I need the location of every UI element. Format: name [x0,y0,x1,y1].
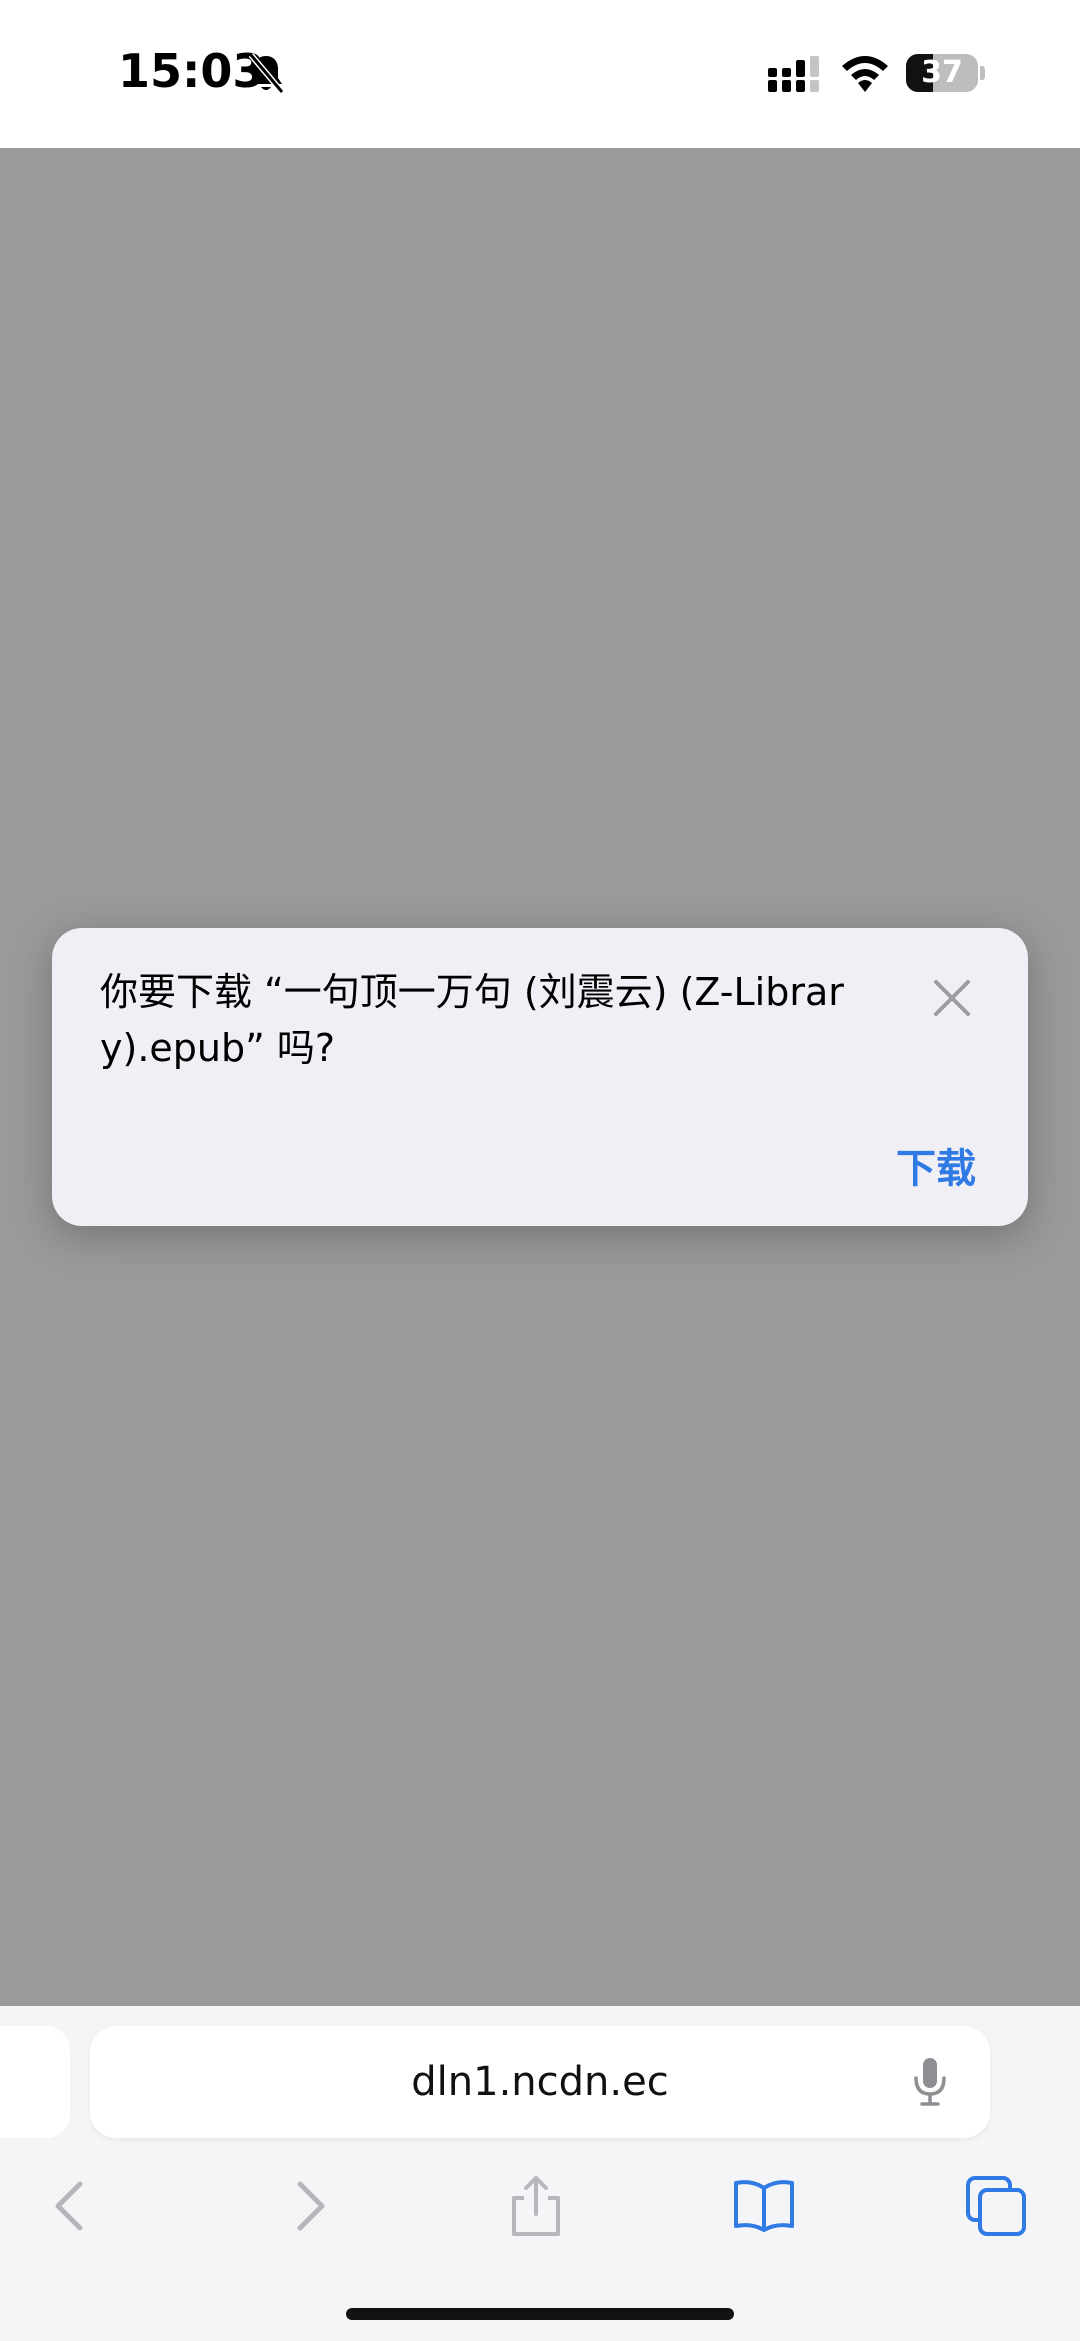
status-time: 15:03 [118,44,265,98]
bookmarks-icon[interactable] [732,2174,796,2238]
address-bar[interactable]: dln1.ncdn.ec [90,2026,990,2138]
address-text: dln1.ncdn.ec [411,2059,669,2105]
download-button[interactable]: 下载 [896,1136,976,1194]
back-icon[interactable] [40,2174,104,2238]
download-dialog: 你要下载 “一句顶一万句 (刘震云) (Z-Library).epub” 吗? … [52,928,1028,1226]
forward-icon[interactable] [276,2174,340,2238]
status-bar: 15:03 37 [0,0,1080,148]
battery-level: 37 [921,55,963,90]
tabs-icon[interactable] [964,2174,1028,2238]
browser-toolbar [0,2156,1080,2256]
download-dialog-message: 你要下载 “一句顶一万句 (刘震云) (Z-Library).epub” 吗? [100,970,844,1070]
wifi-icon [842,56,888,92]
cellular-signal-icon [768,56,819,92]
microphone-icon[interactable] [912,2056,948,2108]
previous-tab-address-bar[interactable] [0,2026,70,2138]
browser-bottom-bar: dln1.ncdn.ec [0,2006,1080,2341]
close-icon[interactable] [932,978,972,1018]
screen: 15:03 37 你要下载 “一句顶一万句 (刘震云) (Z-Library).… [0,0,1080,2341]
home-indicator[interactable] [346,2308,734,2320]
share-icon[interactable] [504,2174,568,2238]
battery-indicator: 37 [906,54,985,92]
bell-muted-icon [248,53,285,94]
